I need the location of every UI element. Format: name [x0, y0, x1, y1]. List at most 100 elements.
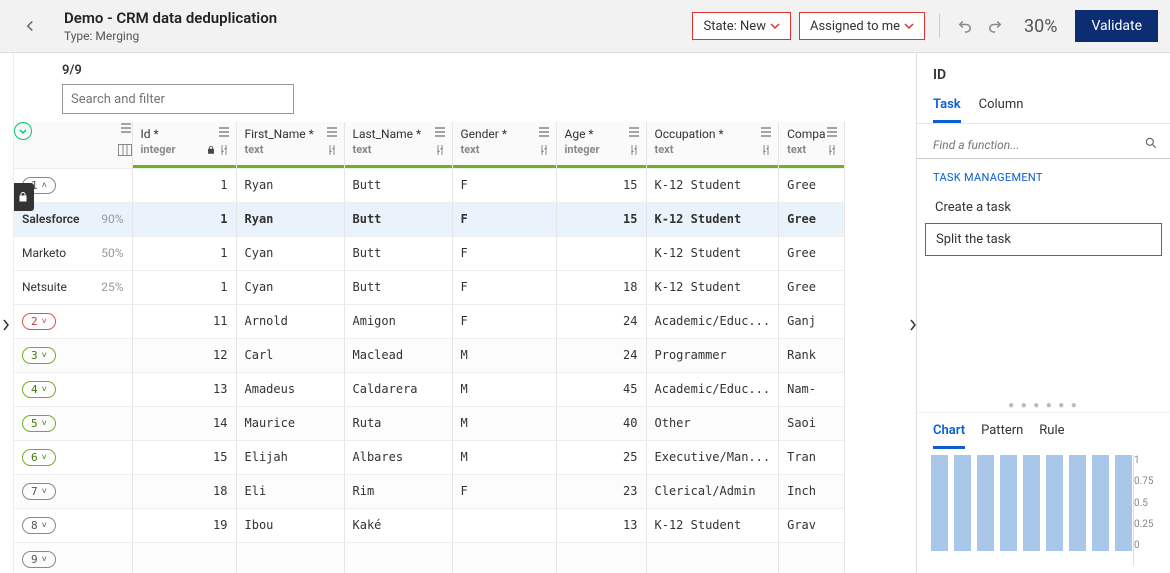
- column-name: Compa: [787, 127, 825, 141]
- sort-icon[interactable]: [434, 144, 446, 156]
- chart-bar: [1115, 455, 1132, 551]
- table-row[interactable]: 5 ˅14MauriceRutaM40OtherSaoi: [14, 406, 844, 440]
- sort-icon[interactable]: [206, 144, 230, 156]
- chart-bar: [1046, 455, 1063, 551]
- tab-column[interactable]: Column: [979, 89, 1024, 123]
- table-row[interactable]: 3 ˅12CarlMacleadM24ProgrammerRank: [14, 338, 844, 372]
- table-row[interactable]: 6 ˅15ElijahAlbaresM25Executive/Man...Tra…: [14, 440, 844, 474]
- search-icon[interactable]: [1144, 136, 1158, 154]
- chart-bar: [954, 455, 971, 551]
- sort-icon[interactable]: [760, 144, 772, 156]
- assignee-dropdown[interactable]: Assigned to me: [799, 12, 925, 40]
- group-badge[interactable]: 6 ˅: [22, 449, 56, 466]
- tab-chart[interactable]: Chart: [933, 415, 965, 449]
- group-badge[interactable]: 7 ˅: [22, 483, 56, 500]
- column-menu-icon[interactable]: [218, 126, 230, 141]
- column-name: Occupation *: [655, 127, 724, 141]
- search-input[interactable]: [62, 84, 294, 114]
- axis-tick: 0.25: [1134, 519, 1160, 530]
- panel-tabs: Task Column: [917, 89, 1170, 124]
- source-row[interactable]: Netsuite25%1CyanButtF18K-12 StudentGree: [14, 270, 844, 304]
- divider: [939, 14, 940, 38]
- redo-button[interactable]: [984, 15, 1006, 37]
- column-menu-icon[interactable]: [434, 126, 446, 141]
- column-type: text: [655, 143, 674, 156]
- group-badge[interactable]: 4 ˅: [22, 381, 56, 398]
- panel-bottom: Chart Pattern Rule 10.750.50.250: [917, 412, 1170, 573]
- page-title: Demo - CRM data deduplication: [64, 9, 277, 27]
- chevron-down-icon: [904, 21, 914, 31]
- table-row[interactable]: 2 ˅11ArnoldAmigonF24Academic/Educ...Ganj: [14, 304, 844, 338]
- chart-bar: [1000, 455, 1017, 551]
- header-row: Id * integer First_Name * text: [14, 122, 844, 168]
- mini-tabs: Chart Pattern Rule: [917, 415, 1170, 455]
- expand-left-icon[interactable]: [0, 313, 12, 337]
- column-menu-icon[interactable]: [760, 126, 772, 141]
- function-search-input[interactable]: [933, 138, 1138, 152]
- row-count: 9/9: [62, 63, 902, 78]
- group-badge[interactable]: 3 ˅: [22, 347, 56, 364]
- column-menu-icon[interactable]: [538, 126, 550, 141]
- title-block: Demo - CRM data deduplication Type: Merg…: [64, 9, 277, 43]
- sort-icon[interactable]: [538, 144, 550, 156]
- grid-pane: 9/9: [14, 53, 916, 573]
- count-total: /9: [69, 63, 81, 78]
- validate-button[interactable]: Validate: [1075, 10, 1158, 42]
- tab-rule[interactable]: Rule: [1039, 415, 1064, 449]
- fn-create-task[interactable]: Create a task: [925, 192, 1162, 223]
- column-header[interactable]: Last_Name * text: [344, 122, 452, 168]
- table-row[interactable]: 4 ˅13AmadeusCaldareraM45Academic/Educ...…: [14, 372, 844, 406]
- group-badge[interactable]: 2 ˅: [22, 313, 56, 330]
- group-badge[interactable]: 5 ˅: [22, 415, 56, 432]
- layout-icon[interactable]: [14, 144, 132, 159]
- column-type: text: [787, 143, 806, 156]
- panel-heading: ID: [917, 53, 1170, 89]
- table-row[interactable]: 8 ˅19IbouKaké13K-12 StudentGrav: [14, 508, 844, 542]
- data-grid: Id * integer First_Name * text: [14, 122, 845, 573]
- tab-task[interactable]: Task: [933, 89, 961, 123]
- table-row[interactable]: 1 ˄1RyanButtF15K-12 StudentGree: [14, 168, 844, 202]
- column-menu-icon[interactable]: [826, 126, 838, 141]
- eye-icon[interactable]: [14, 122, 32, 140]
- column-header[interactable]: Id * integer: [132, 122, 236, 168]
- group-badge[interactable]: 9 ˅: [22, 551, 56, 568]
- resize-handle-icon[interactable]: ● ● ● ● ● ●: [917, 398, 1170, 412]
- function-list: Create a task Split the task: [917, 190, 1170, 258]
- page-subtitle: Type: Merging: [64, 29, 277, 43]
- tab-pattern[interactable]: Pattern: [981, 415, 1023, 449]
- source-row[interactable]: Marketo50%1CyanButtFK-12 StudentGree: [14, 236, 844, 270]
- column-type: text: [245, 143, 264, 156]
- column-menu-icon[interactable]: [120, 122, 132, 137]
- column-header[interactable]: Compa text: [779, 122, 844, 168]
- sort-icon[interactable]: [826, 144, 838, 156]
- collapse-right-icon[interactable]: [907, 313, 919, 337]
- axis-tick: 0: [1134, 540, 1160, 551]
- assignee-label: Assigned to me: [810, 19, 900, 34]
- lock-tab-icon[interactable]: [14, 183, 34, 211]
- column-menu-icon[interactable]: [326, 126, 338, 141]
- left-rail: [0, 53, 14, 573]
- column-name: Id *: [141, 127, 159, 141]
- undo-button[interactable]: [954, 15, 976, 37]
- column-menu-icon[interactable]: [628, 126, 640, 141]
- main: 9/9: [0, 52, 1170, 573]
- table-row[interactable]: 7 ˅18EliRimF23Clerical/AdminInch: [14, 474, 844, 508]
- grid-scroll[interactable]: Id * integer First_Name * text: [14, 122, 916, 573]
- column-header[interactable]: Age * integer: [556, 122, 646, 168]
- sort-icon[interactable]: [628, 144, 640, 156]
- column-header[interactable]: First_Name * text: [236, 122, 344, 168]
- chart-bar: [977, 455, 994, 551]
- column-header[interactable]: Occupation * text: [646, 122, 779, 168]
- state-label: State: New: [703, 19, 766, 34]
- table-row[interactable]: 9 ˅: [14, 542, 844, 573]
- back-icon[interactable]: [18, 14, 42, 38]
- state-dropdown[interactable]: State: New: [692, 12, 791, 40]
- fn-split-task[interactable]: Split the task: [925, 223, 1162, 256]
- column-header[interactable]: Gender * text: [452, 122, 556, 168]
- axis-tick: 1: [1134, 455, 1160, 466]
- merge-row[interactable]: Salesforce90%1RyanButtF15K-12 StudentGre…: [14, 202, 844, 236]
- column-name: Last_Name *: [353, 127, 422, 141]
- chart-bar: [1069, 455, 1086, 551]
- group-badge[interactable]: 8 ˅: [22, 517, 56, 534]
- sort-icon[interactable]: [326, 144, 338, 156]
